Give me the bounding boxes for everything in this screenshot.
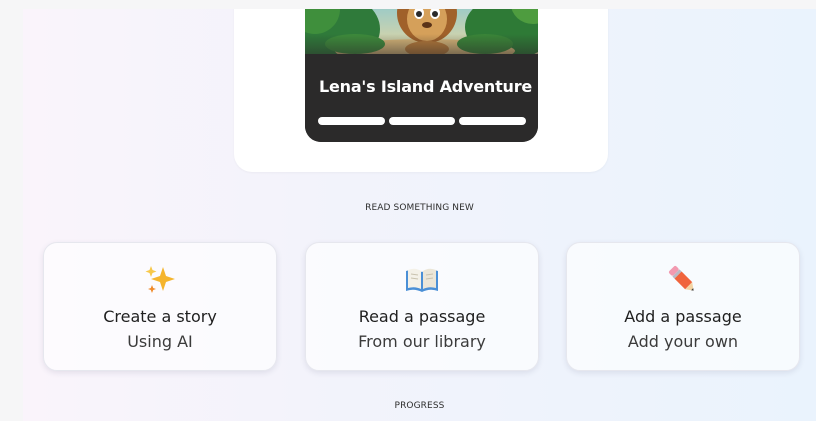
progress-segment [459, 117, 527, 125]
sparkles-icon [44, 263, 276, 297]
create-story-subtitle: Using AI [127, 332, 193, 351]
open-book-icon [306, 263, 538, 297]
story-progress-bar [318, 117, 527, 125]
read-passage-subtitle: From our library [358, 332, 486, 351]
create-story-button[interactable]: Create a story Using AI [43, 242, 277, 371]
section-heading-read-something-new: READ SOMETHING NEW [365, 203, 474, 213]
add-passage-button[interactable]: Add a passage Add your own [566, 242, 800, 371]
add-passage-subtitle: Add your own [627, 332, 739, 351]
progress-segment [318, 117, 385, 125]
pencil-icon [567, 263, 799, 297]
create-story-title: Create a story [103, 307, 217, 326]
add-passage-title: Add a passage [624, 307, 742, 326]
read-passage-title: Read a passage [358, 307, 486, 326]
featured-story-panel: Lena's Island Adventure [234, 9, 608, 172]
featured-story-card[interactable]: Lena's Island Adventure [305, 9, 538, 142]
story-title: Lena's Island Adventure [319, 77, 533, 96]
section-heading-progress: PROGRESS [394, 401, 445, 411]
app-canvas: Lena's Island Adventure READ SOMETHING N… [23, 9, 816, 421]
progress-segment [388, 117, 456, 125]
read-passage-button[interactable]: Read a passage From our library [305, 242, 539, 371]
